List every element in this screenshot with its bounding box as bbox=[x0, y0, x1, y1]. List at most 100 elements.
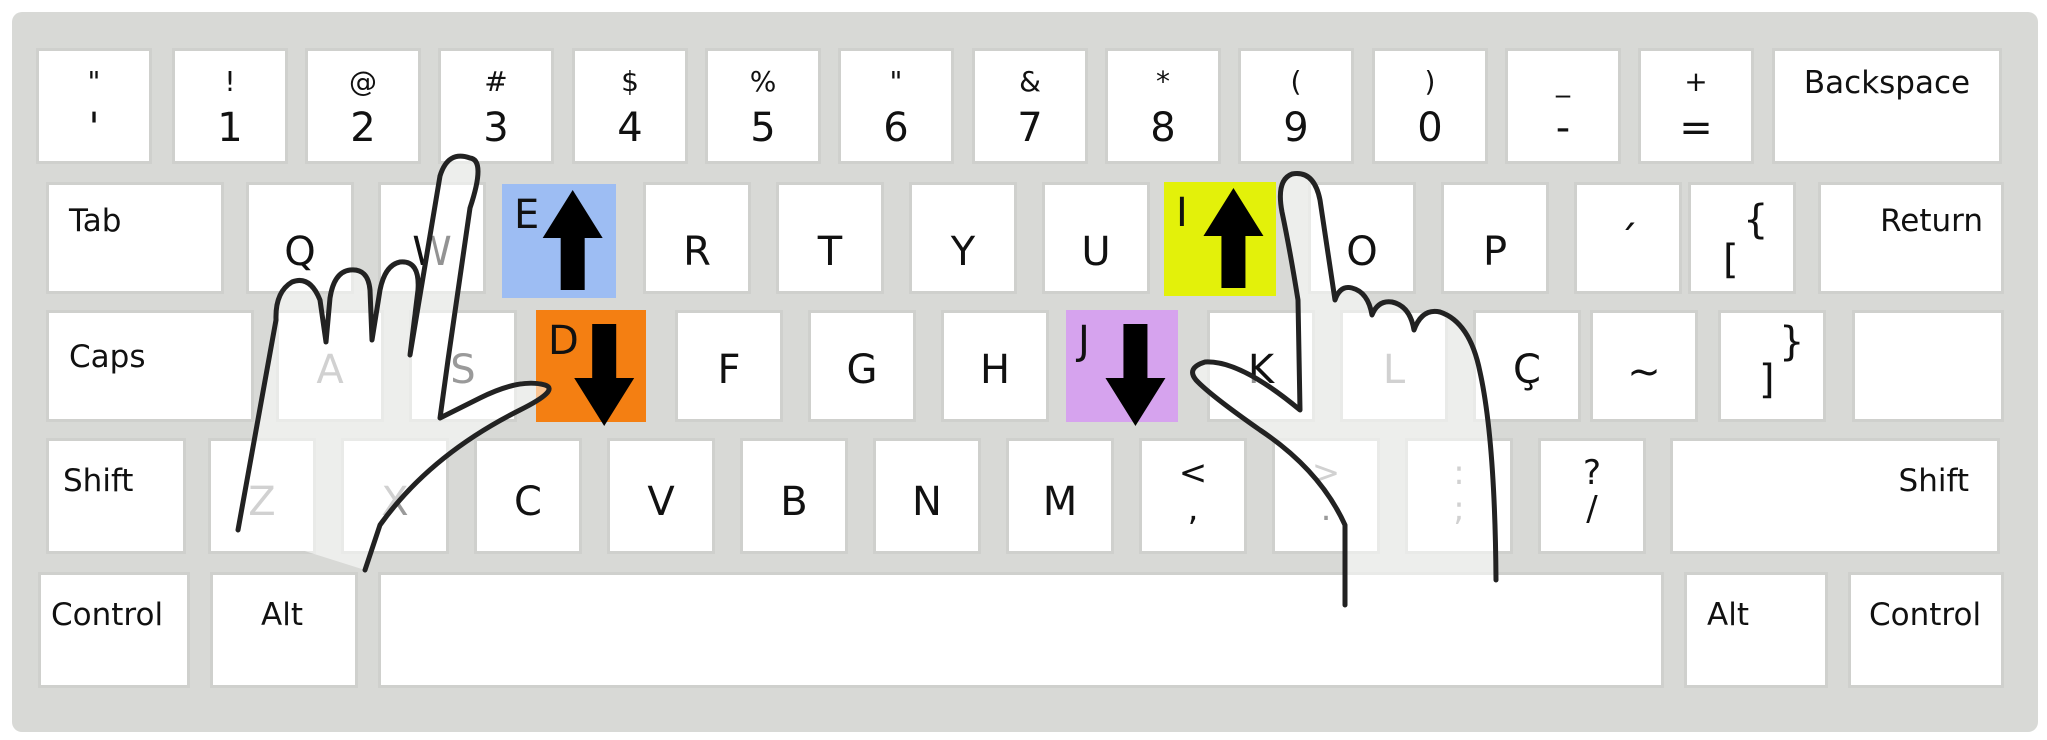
key-acute[interactable]: ´ bbox=[1574, 182, 1682, 294]
key-label: # bbox=[484, 65, 508, 98]
key-question[interactable]: ? / bbox=[1538, 438, 1646, 554]
key-y[interactable]: Y bbox=[909, 182, 1017, 294]
key-0[interactable]: ) 0 bbox=[1372, 48, 1488, 164]
key-label: M bbox=[1042, 479, 1078, 525]
key-label: 0 bbox=[1417, 105, 1443, 151]
key-4[interactable]: $4 bbox=[572, 48, 688, 164]
key-colon[interactable]: :; bbox=[1405, 438, 1513, 554]
highlighted-key-e[interactable]: E bbox=[502, 184, 616, 298]
key-minus[interactable]: _ - bbox=[1505, 48, 1621, 164]
key-x[interactable]: X bbox=[341, 438, 449, 554]
key-o[interactable]: O bbox=[1308, 182, 1416, 294]
key-c-cedilla[interactable]: Ç bbox=[1473, 310, 1581, 422]
key-7[interactable]: & 7 bbox=[972, 48, 1088, 164]
key-label: K bbox=[1247, 347, 1275, 393]
key-label: 6 bbox=[883, 105, 909, 151]
key-label: Z bbox=[248, 479, 276, 525]
key-label: - bbox=[1555, 105, 1571, 151]
key-label: ~ bbox=[1627, 349, 1661, 395]
return-key[interactable]: Return bbox=[1818, 182, 2004, 294]
key-label: ? bbox=[1582, 453, 1602, 493]
key-label: Backspace bbox=[1803, 65, 1971, 101]
key-label: [ bbox=[1723, 237, 1739, 283]
key-6[interactable]: " 6 bbox=[838, 48, 954, 164]
key-r[interactable]: R bbox=[643, 182, 751, 294]
backspace-key[interactable]: Backspace bbox=[1772, 48, 2002, 164]
key-k[interactable]: K bbox=[1207, 310, 1315, 422]
highlighted-key-j[interactable]: J bbox=[1066, 310, 1178, 422]
key-l[interactable]: L bbox=[1340, 310, 1448, 422]
key-p[interactable]: P bbox=[1441, 182, 1549, 294]
key-rbrace[interactable]: }] bbox=[1718, 310, 1826, 422]
key-f[interactable]: F bbox=[675, 310, 783, 422]
key-label: F bbox=[717, 347, 741, 393]
key-9[interactable]: (9 bbox=[1238, 48, 1354, 164]
key-h[interactable]: H bbox=[941, 310, 1049, 422]
key-lt[interactable]: <, bbox=[1139, 438, 1247, 554]
key-label: } bbox=[1779, 319, 1805, 365]
return-key-lower bbox=[1852, 310, 2004, 422]
key-label: ( bbox=[1290, 65, 1302, 98]
key-label: Alt bbox=[1707, 597, 1749, 633]
control-left-key[interactable]: Control bbox=[38, 572, 190, 688]
key-label: ' bbox=[88, 105, 100, 151]
key-u[interactable]: U bbox=[1042, 182, 1150, 294]
key-label: Y bbox=[950, 229, 976, 275]
key-label: 7 bbox=[1017, 105, 1043, 151]
key-label: 3 bbox=[483, 105, 509, 151]
key-label: D bbox=[548, 318, 579, 364]
alt-left-key[interactable]: Alt bbox=[210, 572, 358, 688]
key-label: J bbox=[1078, 318, 1090, 364]
key-label: E bbox=[514, 192, 540, 238]
key-s[interactable]: S bbox=[409, 310, 517, 422]
tab-key[interactable]: Tab bbox=[46, 182, 224, 294]
key-label: Shift bbox=[1898, 463, 1969, 499]
key-g[interactable]: G bbox=[808, 310, 916, 422]
key-label: $ bbox=[621, 65, 639, 98]
key-gt[interactable]: >. bbox=[1272, 438, 1380, 554]
key-label: Shift bbox=[63, 463, 134, 499]
spacebar[interactable] bbox=[378, 572, 1664, 688]
key-8[interactable]: * 8 bbox=[1105, 48, 1221, 164]
key-label: @ bbox=[349, 65, 377, 98]
key-label: ) bbox=[1424, 65, 1436, 98]
key-label: W bbox=[412, 229, 452, 275]
key-c[interactable]: C bbox=[474, 438, 582, 554]
key-3[interactable]: #3 bbox=[438, 48, 554, 164]
key-1[interactable]: ! 1 bbox=[172, 48, 288, 164]
key-label: G bbox=[846, 347, 878, 393]
key-label: > bbox=[1311, 453, 1341, 493]
key-q[interactable]: Q bbox=[246, 182, 354, 294]
key-label: , bbox=[1187, 489, 1199, 529]
caps-key[interactable]: Caps bbox=[46, 310, 254, 422]
key-label: * bbox=[1156, 65, 1170, 98]
key-squote[interactable]: " ' bbox=[36, 48, 152, 164]
key-label: / bbox=[1586, 489, 1598, 529]
highlighted-key-d[interactable]: D bbox=[536, 310, 646, 422]
key-label: H bbox=[979, 347, 1011, 393]
shift-right-key[interactable]: Shift bbox=[1670, 438, 2000, 554]
key-5[interactable]: % 5 bbox=[705, 48, 821, 164]
key-v[interactable]: V bbox=[607, 438, 715, 554]
key-n[interactable]: N bbox=[873, 438, 981, 554]
key-a[interactable]: A bbox=[276, 310, 384, 422]
key-tilde[interactable]: ~ bbox=[1590, 310, 1698, 422]
key-label: 4 bbox=[617, 105, 643, 151]
key-t[interactable]: T bbox=[776, 182, 884, 294]
key-b[interactable]: B bbox=[740, 438, 848, 554]
key-z[interactable]: Z bbox=[208, 438, 316, 554]
key-lbrace[interactable]: {[ bbox=[1688, 182, 1796, 294]
key-label: ; bbox=[1453, 489, 1465, 529]
key-label: Q bbox=[284, 229, 316, 275]
control-right-key[interactable]: Control bbox=[1848, 572, 2004, 688]
key-label: Caps bbox=[69, 339, 146, 375]
key-label: N bbox=[912, 479, 942, 525]
key-equals[interactable]: + = bbox=[1638, 48, 1754, 164]
highlighted-key-i[interactable]: I bbox=[1164, 182, 1276, 296]
key-w[interactable]: W bbox=[378, 182, 486, 294]
alt-right-key[interactable]: Alt bbox=[1684, 572, 1828, 688]
shift-left-key[interactable]: Shift bbox=[46, 438, 186, 554]
key-2[interactable]: @2 bbox=[305, 48, 421, 164]
key-m[interactable]: M bbox=[1006, 438, 1114, 554]
key-label: P bbox=[1482, 229, 1508, 275]
